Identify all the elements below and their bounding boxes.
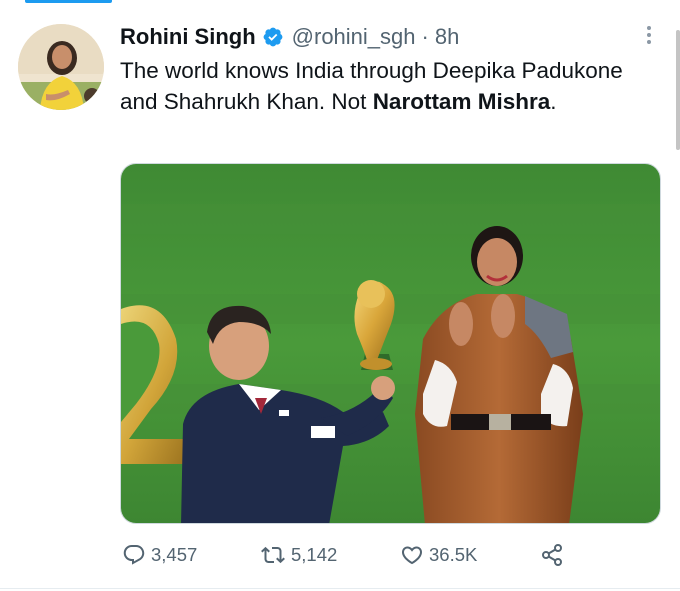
separator-dot: · — [421, 24, 429, 49]
tweet-text: The world knows India through Deepika Pa… — [120, 55, 660, 117]
reply-button[interactable]: 3,457 — [122, 540, 197, 570]
like-button[interactable]: 36.5K — [400, 540, 477, 570]
tweet-media-photo[interactable] — [120, 163, 661, 524]
verified-badge-icon — [262, 26, 284, 48]
reply-count: 3,457 — [151, 544, 198, 565]
share-button[interactable] — [540, 540, 564, 570]
retweet-icon — [260, 543, 286, 567]
active-tab-indicator — [25, 0, 112, 3]
more-vertical-icon[interactable] — [638, 22, 660, 48]
heart-icon — [400, 543, 424, 567]
author-name[interactable]: Rohini Singh — [120, 24, 256, 50]
like-count: 36.5K — [429, 544, 478, 565]
tweet-text-bold: Narottam Mishra — [372, 89, 551, 114]
tweet-actions-bar: 3,457 5,142 36.5K — [122, 540, 582, 570]
avatar[interactable] — [18, 24, 104, 110]
divider — [0, 588, 680, 589]
share-icon — [540, 543, 564, 567]
retweet-button[interactable]: 5,142 — [260, 540, 337, 570]
timestamp[interactable]: 8h — [435, 24, 459, 50]
avatar-image — [18, 24, 104, 110]
reply-bubble-icon — [122, 543, 146, 567]
retweet-count: 5,142 — [291, 544, 338, 565]
scrollbar[interactable] — [676, 30, 680, 150]
photo-image — [121, 164, 660, 523]
author-handle[interactable]: @rohini_sgh — [292, 24, 416, 50]
tweet-header: Rohini Singh @rohini_sgh · 8h — [120, 22, 459, 52]
tweet-text-part2: . — [550, 89, 557, 114]
